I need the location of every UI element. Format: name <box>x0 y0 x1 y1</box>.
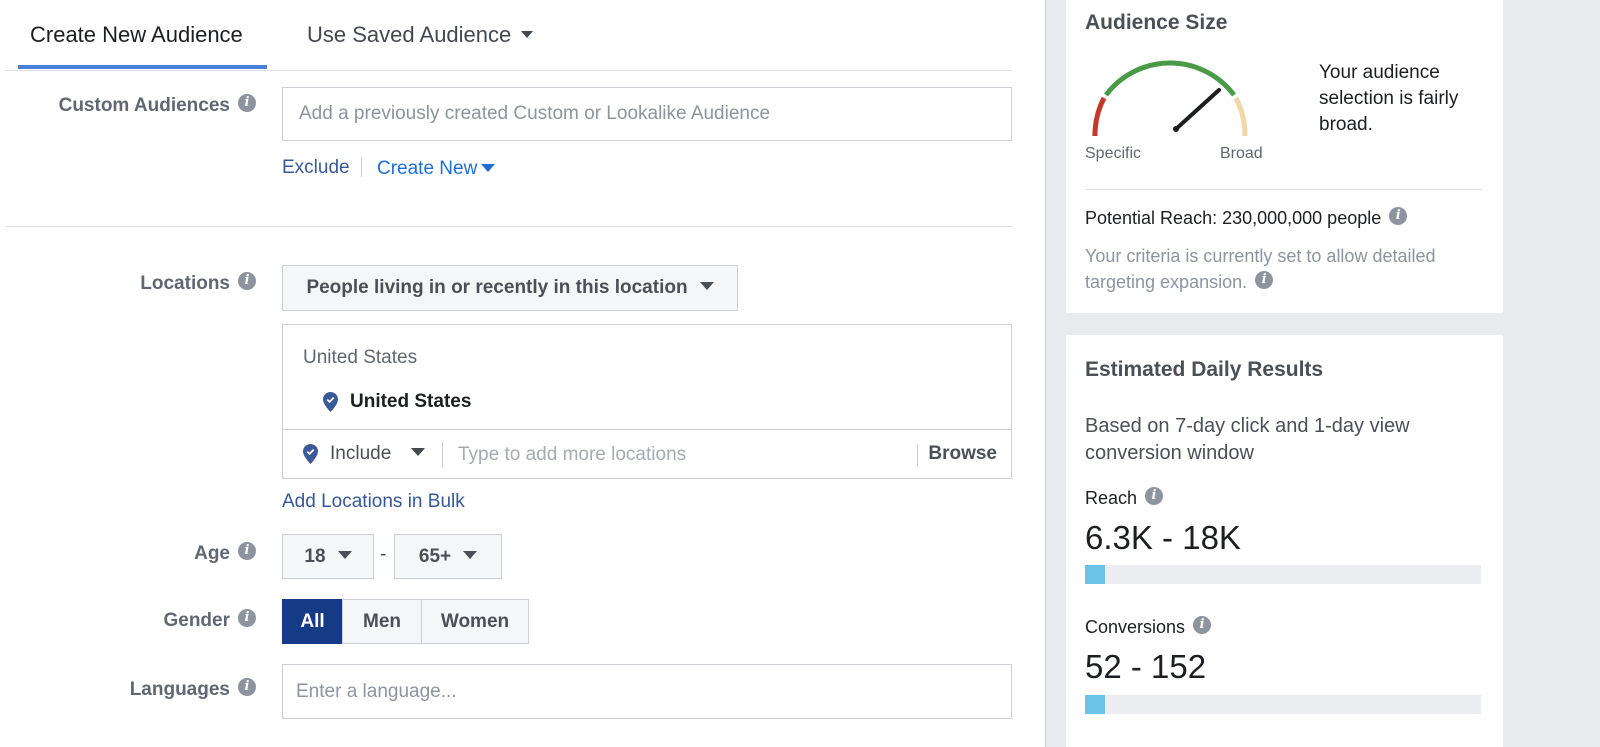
browse-button[interactable]: Browse <box>928 443 997 465</box>
tab-create-new-audience[interactable]: Create New Audience <box>30 22 243 48</box>
exclude-link[interactable]: Exclude <box>282 157 350 179</box>
info-icon[interactable]: i <box>238 93 256 112</box>
label-text: Age <box>194 543 230 564</box>
reach-bar <box>1085 565 1481 584</box>
gender-option-women[interactable]: Women <box>421 599 529 644</box>
label-text: Locations <box>140 273 230 294</box>
browse-separator <box>917 444 918 466</box>
include-separator <box>442 442 443 468</box>
gender-label: Gender i <box>163 608 256 632</box>
gender-option-all[interactable]: All <box>282 599 343 644</box>
language-input[interactable]: Enter a language... <box>282 664 1012 719</box>
add-locations-input[interactable]: Type to add more locations <box>458 444 686 466</box>
age-range-separator: - <box>380 544 387 565</box>
dropdown-value: 65+ <box>418 545 452 567</box>
location-name: United States <box>350 391 472 412</box>
tabs-divider <box>5 70 1012 71</box>
potential-reach: Potential Reach: 230,000,000 people i <box>1085 207 1408 229</box>
input-placeholder: Type to add more locations <box>458 444 687 465</box>
estimated-daily-description: Based on 7-day click and 1-day view conv… <box>1085 415 1410 464</box>
metric-label-text: Conversions <box>1085 617 1186 637</box>
audience-size-description: Your audience selection is fairly broad. <box>1319 62 1459 135</box>
conversions-value: 52 - 152 <box>1085 648 1207 685</box>
card-divider <box>1085 189 1482 190</box>
audience-size-card: Audience Size Specific Broad Your audien… <box>1066 0 1503 313</box>
custom-audiences-label: Custom Audiences i <box>58 93 256 117</box>
location-pin-icon <box>323 392 338 412</box>
audience-tabs: Create New Audience Use Saved Audience <box>18 0 1018 70</box>
label-text: Custom Audiences <box>58 95 230 116</box>
add-locations-in-bulk-link[interactable]: Add Locations in Bulk <box>282 491 465 513</box>
locations-label: Locations i <box>140 271 256 295</box>
chevron-down-icon <box>463 550 478 559</box>
info-icon[interactable]: i <box>1255 271 1274 290</box>
criteria-note: Your criteria is currently set to allow … <box>1085 243 1465 295</box>
create-new-audience-link[interactable]: Create New <box>377 158 496 180</box>
location-add-row: Include Type to add more locations Brows… <box>283 430 1011 478</box>
chevron-down-icon <box>699 282 714 290</box>
conversions-bar <box>1085 695 1481 714</box>
active-tab-indicator <box>18 65 267 69</box>
gauge-broad-label: Broad <box>1220 145 1263 162</box>
link-separator <box>361 157 362 177</box>
input-placeholder: Enter a language... <box>296 680 457 702</box>
audience-size-title: Audience Size <box>1085 11 1228 34</box>
location-group-header: United States <box>303 347 418 368</box>
tab-use-saved-audience[interactable]: Use Saved Audience <box>307 22 534 48</box>
selected-location-item[interactable]: United States <box>323 391 471 413</box>
info-icon[interactable]: i <box>238 271 256 290</box>
dropdown-label: People living in or recently in this loc… <box>306 277 688 298</box>
label-text: Gender <box>163 610 230 631</box>
conversions-bar-fill <box>1085 695 1105 714</box>
age-max-dropdown[interactable]: 65+ <box>394 534 502 579</box>
section-divider <box>5 226 1012 227</box>
info-icon[interactable]: i <box>238 677 256 696</box>
tab-label: Create New Audience <box>30 22 243 47</box>
audience-size-gauge <box>1092 60 1248 137</box>
dropdown-value: 18 <box>304 545 326 567</box>
conversions-label: Conversions i <box>1085 616 1212 638</box>
gender-option-men[interactable]: Men <box>342 599 422 644</box>
info-icon[interactable]: i <box>238 541 256 560</box>
age-label: Age i <box>194 541 256 565</box>
location-type-dropdown[interactable]: People living in or recently in this loc… <box>282 265 738 311</box>
link-text: Exclude <box>282 157 350 178</box>
estimated-daily-title: Estimated Daily Results <box>1085 358 1324 381</box>
languages-label: Languages i <box>129 677 256 701</box>
input-placeholder: Add a previously created Custom or Looka… <box>299 103 771 124</box>
gauge-specific-label: Specific <box>1085 145 1142 162</box>
include-dropdown[interactable]: Include <box>303 443 426 465</box>
info-icon[interactable]: i <box>1145 487 1164 506</box>
age-min-dropdown[interactable]: 18 <box>282 534 374 579</box>
info-icon[interactable]: i <box>1193 616 1212 635</box>
info-icon[interactable]: i <box>1389 207 1408 226</box>
chevron-down-icon <box>481 163 496 172</box>
estimated-daily-results-card: Estimated Daily Results Based on 7-day c… <box>1066 335 1503 747</box>
link-text: Create New <box>377 158 478 179</box>
location-pin-icon <box>303 444 318 464</box>
chevron-down-icon <box>337 550 352 559</box>
tab-label: Use Saved Audience <box>307 22 512 47</box>
locations-box: United States United States Include Type… <box>282 324 1012 479</box>
reach-label: Reach i <box>1085 487 1164 509</box>
link-text: Add Locations in Bulk <box>282 491 465 512</box>
reach-value: 6.3K - 18K <box>1085 519 1241 556</box>
targeting-panel: Create New Audience Use Saved Audience C… <box>0 0 1045 747</box>
custom-audience-input[interactable]: Add a previously created Custom or Looka… <box>282 87 1012 141</box>
label-text: Languages <box>129 679 230 700</box>
reach-bar-fill <box>1085 565 1105 584</box>
info-icon[interactable]: i <box>238 608 256 627</box>
chevron-down-icon <box>521 30 534 38</box>
potential-reach-text: Potential Reach: 230,000,000 people <box>1085 208 1382 228</box>
chevron-down-icon <box>411 448 426 456</box>
metric-label-text: Reach <box>1085 488 1138 508</box>
dropdown-label: Include <box>330 443 392 464</box>
